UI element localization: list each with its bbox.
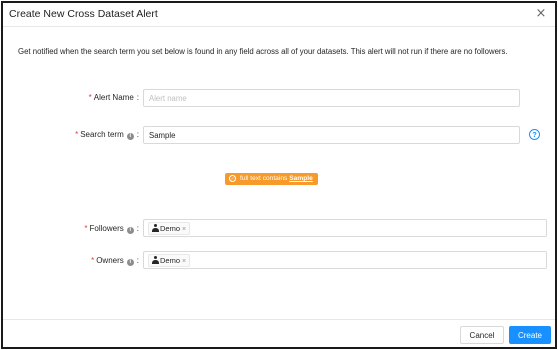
- followers-label: * Followers i:: [84, 224, 139, 234]
- condition-prefix: full text contains: [240, 175, 288, 182]
- info-icon[interactable]: i: [126, 133, 134, 140]
- label-colon: :: [136, 224, 139, 233]
- user-icon: [152, 224, 159, 232]
- close-icon[interactable]: ×: [533, 6, 549, 22]
- owner-chip: Demo ×: [148, 254, 191, 267]
- follower-chip: Demo ×: [148, 222, 191, 235]
- owners-select[interactable]: Demo ×: [143, 251, 547, 269]
- required-mark: *: [91, 256, 95, 265]
- search-condition-tag: ✓ full text contains Sample: [225, 173, 318, 185]
- check-circle-icon: ✓: [229, 175, 236, 182]
- label-colon: :: [136, 256, 139, 265]
- condition-term: Sample: [289, 175, 313, 182]
- remove-chip-icon[interactable]: ×: [182, 258, 186, 265]
- create-button[interactable]: Create: [509, 326, 551, 344]
- follower-chip-label: Demo: [160, 224, 181, 233]
- search-term-input[interactable]: [143, 126, 520, 144]
- modal-footer: Cancel Create: [3, 319, 555, 349]
- info-icon[interactable]: i: [126, 227, 134, 234]
- search-term-label-text: Search term: [80, 130, 124, 139]
- followers-label-text: Followers: [89, 224, 124, 233]
- modal-description: Get notified when the search term you se…: [18, 47, 508, 56]
- create-alert-modal: Create New Cross Dataset Alert × Get not…: [1, 1, 557, 349]
- cancel-button[interactable]: Cancel: [460, 326, 504, 344]
- alert-name-label-text: Alert Name: [93, 93, 134, 102]
- modal-title: Create New Cross Dataset Alert: [9, 8, 158, 20]
- owners-label: * Owners i:: [91, 256, 139, 266]
- modal-header: Create New Cross Dataset Alert ×: [3, 3, 555, 27]
- label-colon: :: [136, 130, 139, 139]
- alert-name-input[interactable]: [143, 89, 520, 107]
- followers-select[interactable]: Demo ×: [143, 219, 547, 237]
- alert-name-label: * Alert Name:: [89, 93, 139, 102]
- label-colon: :: [136, 93, 139, 102]
- required-mark: *: [88, 93, 92, 102]
- remove-chip-icon[interactable]: ×: [182, 226, 186, 233]
- user-icon: [152, 256, 159, 264]
- required-mark: *: [75, 130, 79, 139]
- search-term-label: * Search term i:: [75, 130, 139, 140]
- info-icon[interactable]: i: [126, 259, 134, 266]
- owner-chip-label: Demo: [160, 256, 181, 265]
- owners-label-text: Owners: [96, 256, 124, 265]
- question-circle-icon[interactable]: ?: [529, 129, 540, 140]
- required-mark: *: [84, 224, 88, 233]
